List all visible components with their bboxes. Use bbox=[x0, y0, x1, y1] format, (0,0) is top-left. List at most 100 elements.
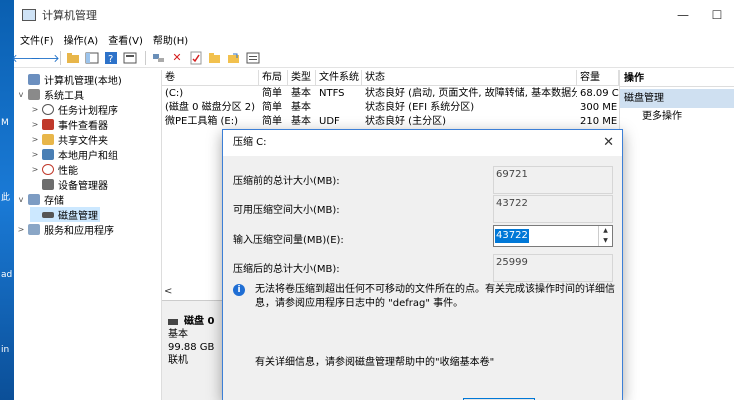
dialog-body: 压缩前的总计大小(MB): 69721 可用压缩空间大小(MB): 43722 … bbox=[223, 156, 622, 400]
services-icon bbox=[28, 224, 40, 235]
shrink-amount-input[interactable]: 43722 bbox=[495, 229, 529, 243]
more-actions-link[interactable]: 更多操作 bbox=[620, 108, 734, 125]
window-title: 计算机管理 bbox=[42, 9, 97, 22]
properties-icon[interactable] bbox=[122, 50, 138, 66]
volume-name: 微PE工具箱 (E:) bbox=[165, 116, 239, 127]
show-hide-tree-icon[interactable] bbox=[84, 50, 100, 66]
toolbar-separator bbox=[145, 50, 146, 65]
tree-label: 存储 bbox=[44, 196, 64, 207]
computer-management-icon bbox=[22, 9, 36, 21]
shrink-amount-field[interactable]: 43722 bbox=[494, 226, 598, 246]
spin-buttons: ▲ ▼ bbox=[598, 226, 612, 246]
close-icon[interactable]: ✕ bbox=[603, 130, 614, 156]
forward-arrow-icon[interactable]: 🡒 bbox=[30, 50, 60, 66]
performance-icon bbox=[42, 164, 54, 175]
chevron-right-icon[interactable]: > bbox=[30, 120, 40, 129]
shrink-amount-stepper[interactable]: 43722 ▲ ▼ bbox=[493, 225, 613, 247]
table-row[interactable]: (C:) 简单 基本 NTFS 状态良好 (启动, 页面文件, 故障转储, 基本… bbox=[162, 87, 619, 101]
table-row[interactable]: 微PE工具箱 (E:) 简单 基本 UDF 状态良好 (主分区) 210 ME bbox=[162, 115, 619, 129]
tree-label: 任务计划程序 bbox=[58, 106, 118, 117]
column-header-layout[interactable]: 布局 bbox=[259, 70, 288, 86]
chevron-right-icon[interactable]: > bbox=[30, 135, 40, 144]
tree-item-event-viewer[interactable]: > 事件查看器 bbox=[30, 117, 108, 132]
column-header-filesystem[interactable]: 文件系统 bbox=[316, 70, 362, 86]
tree-item-services-apps[interactable]: > 服务和应用程序 bbox=[16, 222, 114, 237]
menu-view[interactable]: 查看(V) bbox=[108, 32, 143, 47]
desktop-icon-fragment: ad bbox=[1, 270, 13, 280]
maximize-button[interactable]: ☐ bbox=[700, 0, 734, 30]
dialog-title-bar: 压缩 C: ✕ bbox=[223, 130, 622, 156]
help-icon[interactable]: ? bbox=[103, 50, 119, 66]
column-header-type[interactable]: 类型 bbox=[288, 70, 316, 86]
chevron-right-icon[interactable]: > bbox=[30, 165, 40, 174]
connect-icon[interactable] bbox=[150, 50, 166, 66]
tree-label: 本地用户和组 bbox=[58, 151, 118, 162]
column-header-volume[interactable]: 卷 bbox=[162, 70, 259, 86]
new-folder-icon[interactable] bbox=[207, 50, 223, 66]
menu-action[interactable]: 操作(A) bbox=[64, 32, 99, 47]
title-bar: 计算机管理 — ☐ bbox=[14, 0, 734, 30]
tree-item-computer-management[interactable]: 计算机管理(本地) bbox=[16, 72, 122, 87]
disk-management-icon bbox=[42, 211, 54, 218]
info-message: 无法将卷压缩到超出任何不可移动的文件所在的点。有关完成该操作时间的详细信息，请参… bbox=[255, 284, 615, 309]
volume-filesystem bbox=[316, 101, 362, 115]
scroll-left-button[interactable]: < bbox=[164, 286, 172, 297]
tree-item-disk-management[interactable]: 磁盘管理 bbox=[30, 207, 100, 222]
device-manager-icon bbox=[42, 179, 54, 190]
column-header-status[interactable]: 状态 bbox=[362, 70, 577, 86]
menu-file[interactable]: 文件(F) bbox=[20, 32, 54, 47]
up-folder-icon[interactable] bbox=[65, 50, 81, 66]
tree-item-performance[interactable]: > 性能 bbox=[30, 162, 78, 177]
volume-filesystem: NTFS bbox=[319, 88, 345, 99]
actions-pane: 操作 磁盘管理 更多操作 bbox=[619, 70, 734, 400]
tree-item-system-tools[interactable]: v 系统工具 bbox=[16, 87, 84, 102]
tree-label: 设备管理器 bbox=[58, 181, 108, 192]
tree-label: 事件查看器 bbox=[58, 121, 108, 132]
tree-label: 性能 bbox=[58, 166, 78, 177]
desktop-icon-fragment: in bbox=[1, 345, 10, 355]
tree-item-local-users[interactable]: > 本地用户和组 bbox=[30, 147, 118, 162]
volume-name: (C:) bbox=[165, 88, 184, 99]
chevron-down-icon[interactable]: v bbox=[16, 90, 26, 99]
volume-capacity: 210 ME bbox=[580, 116, 618, 127]
checklist-icon[interactable] bbox=[188, 50, 204, 66]
table-row[interactable]: (磁盘 0 磁盘分区 2) 简单 基本 状态良好 (EFI 系统分区) 300 … bbox=[162, 101, 619, 115]
spin-down-button[interactable]: ▼ bbox=[599, 236, 612, 246]
chevron-right-icon[interactable]: > bbox=[30, 150, 40, 159]
storage-icon bbox=[28, 194, 40, 205]
tools-icon bbox=[28, 89, 40, 100]
actions-section-disk-management[interactable]: 磁盘管理 bbox=[620, 89, 734, 108]
disk-icon bbox=[168, 318, 178, 325]
chevron-right-icon[interactable]: > bbox=[16, 225, 26, 234]
tree-item-device-manager[interactable]: 设备管理器 bbox=[30, 177, 108, 192]
shrink-volume-dialog: 压缩 C: ✕ 压缩前的总计大小(MB): 69721 可用压缩空间大小(MB)… bbox=[222, 129, 623, 400]
spin-up-button[interactable]: ▲ bbox=[599, 226, 612, 236]
actions-header: 操作 bbox=[620, 70, 734, 87]
dialog-title: 压缩 C: bbox=[233, 137, 267, 148]
volume-capacity: 68.09 C bbox=[580, 88, 619, 99]
tree-item-storage[interactable]: v 存储 bbox=[16, 192, 64, 207]
chevron-down-icon[interactable]: v bbox=[16, 195, 26, 204]
volume-layout: 简单 bbox=[262, 88, 282, 99]
navigation-tree: 计算机管理(本地) v 系统工具 > 任务计划程序 > 事件查看器 > 共享文件… bbox=[14, 70, 162, 400]
menu-help[interactable]: 帮助(H) bbox=[153, 32, 188, 47]
delete-icon[interactable]: ✕ bbox=[169, 50, 185, 66]
desktop-icon-fragment: 此 bbox=[1, 193, 11, 203]
column-header-capacity[interactable]: 容量 bbox=[577, 70, 619, 86]
volume-filesystem: UDF bbox=[319, 116, 340, 127]
shrink-amount-label: 输入压缩空间量(MB)(E): bbox=[233, 235, 344, 246]
event-viewer-icon bbox=[42, 119, 54, 130]
info-icon: i bbox=[233, 284, 245, 296]
tree-label: 系统工具 bbox=[44, 91, 84, 102]
list-view-icon[interactable] bbox=[245, 50, 261, 66]
tree-item-task-scheduler[interactable]: > 任务计划程序 bbox=[30, 102, 118, 117]
minimize-button[interactable]: — bbox=[666, 0, 700, 30]
volume-layout: 简单 bbox=[262, 116, 282, 127]
menu-bar: 文件(F) 操作(A) 查看(V) 帮助(H) bbox=[14, 30, 734, 48]
tree-item-shared-folders[interactable]: > 共享文件夹 bbox=[30, 132, 108, 147]
chevron-right-icon[interactable]: > bbox=[30, 105, 40, 114]
total-size-after-value: 25999 bbox=[493, 254, 613, 282]
volume-type: 基本 bbox=[291, 116, 311, 127]
volume-status: 状态良好 (启动, 页面文件, 故障转储, 基本数据分区) bbox=[365, 88, 577, 99]
export-icon[interactable] bbox=[226, 50, 242, 66]
